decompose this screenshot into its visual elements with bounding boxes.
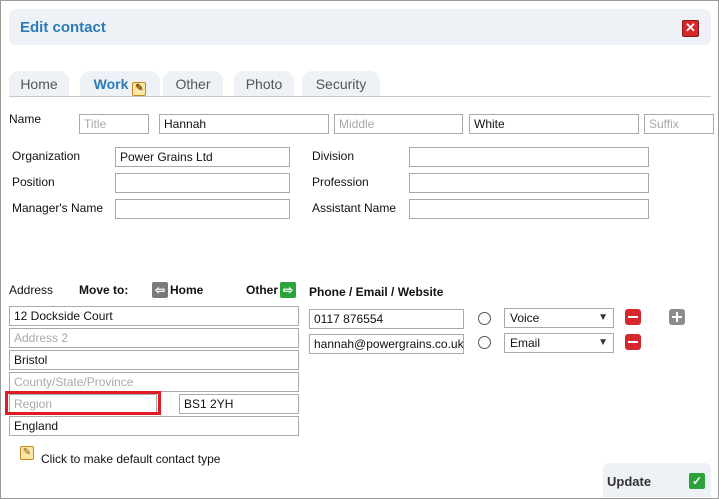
add-contact-method-icon[interactable]	[669, 309, 685, 325]
city-field[interactable]: Bristol	[9, 350, 299, 370]
tab-label: Other	[175, 76, 211, 92]
last-name-field[interactable]: White	[469, 114, 639, 134]
remove-email-icon[interactable]	[625, 334, 641, 350]
edit-icon[interactable]: ✎	[20, 446, 34, 460]
select-value: Email	[510, 336, 541, 350]
default-contact-type-label[interactable]: Click to make default contact type	[41, 452, 220, 466]
managers-name-label: Manager's Name	[12, 201, 103, 215]
managers-name-field[interactable]	[115, 199, 290, 219]
tab-work[interactable]: Work ✎	[80, 71, 160, 97]
arrow-left-icon[interactable]: ⇦	[152, 282, 168, 298]
default-phone-radio[interactable]	[478, 312, 491, 325]
division-label: Division	[312, 149, 355, 163]
select-value: Voice	[510, 311, 540, 325]
country-field[interactable]: England	[9, 416, 299, 436]
tab-photo[interactable]: Photo	[234, 71, 294, 97]
update-button[interactable]: Update ✓	[603, 463, 711, 497]
suffix-field[interactable]: Suffix	[644, 114, 714, 134]
remove-phone-icon[interactable]	[625, 309, 641, 325]
tab-label: Home	[20, 76, 58, 92]
division-field[interactable]	[409, 147, 649, 167]
tab-label: Work	[93, 76, 129, 92]
update-label: Update	[607, 474, 652, 489]
tab-other[interactable]: Other	[163, 71, 223, 97]
address-line2-field[interactable]: Address 2	[9, 328, 299, 348]
default-email-radio[interactable]	[478, 336, 491, 349]
chevron-down-icon: ▼	[598, 337, 608, 348]
move-to-home-link[interactable]: Home	[170, 283, 203, 297]
county-field[interactable]: County/State/Province	[9, 372, 299, 392]
tab-label: Security	[315, 76, 367, 92]
arrow-right-icon[interactable]: ⇨	[280, 282, 296, 298]
contact-methods-header: Phone / Email / Website	[309, 285, 444, 299]
tab-home[interactable]: Home	[9, 71, 69, 97]
edit-icon: ✎	[132, 82, 147, 96]
address-line1-field[interactable]: 12 Dockside Court	[9, 306, 299, 326]
move-to-other-link[interactable]: Other	[246, 283, 278, 297]
assistant-name-field[interactable]	[409, 199, 649, 219]
position-label: Position	[12, 175, 55, 189]
profession-field[interactable]	[409, 173, 649, 193]
title-field[interactable]: Title	[79, 114, 149, 134]
tab-label: Photo	[245, 76, 283, 92]
organization-label: Organization	[12, 149, 81, 163]
email-field[interactable]: hannah@powergrains.co.uk	[309, 334, 464, 354]
organization-field[interactable]: Power Grains Ltd	[115, 147, 290, 167]
move-to-label: Move to:	[79, 283, 129, 297]
postcode-field[interactable]: BS1 2YH	[179, 394, 299, 414]
dialog-title: Edit contact	[20, 19, 106, 36]
edit-contact-dialog: Edit contact ✕ Home Work ✎ Other Photo Se…	[0, 0, 719, 499]
assistant-name-label: Assistant Name	[312, 201, 397, 215]
name-label: Name	[9, 112, 42, 126]
tab-divider	[9, 96, 711, 97]
email-type-select[interactable]: Email ▼	[504, 333, 614, 353]
dialog-title-bar: Edit contact ✕	[9, 9, 711, 45]
profession-label: Profession	[312, 175, 369, 189]
close-icon[interactable]: ✕	[682, 20, 699, 37]
middle-name-field[interactable]: Middle	[334, 114, 463, 134]
phone-field[interactable]: 0117 876554	[309, 309, 464, 329]
address-label: Address	[9, 283, 54, 297]
phone-type-select[interactable]: Voice ▼	[504, 308, 614, 328]
first-name-field[interactable]: Hannah	[159, 114, 329, 134]
chevron-down-icon: ▼	[598, 312, 608, 323]
position-field[interactable]	[115, 173, 290, 193]
tab-security[interactable]: Security	[302, 71, 380, 97]
region-highlight	[5, 391, 161, 415]
checkmark-icon: ✓	[689, 473, 705, 489]
